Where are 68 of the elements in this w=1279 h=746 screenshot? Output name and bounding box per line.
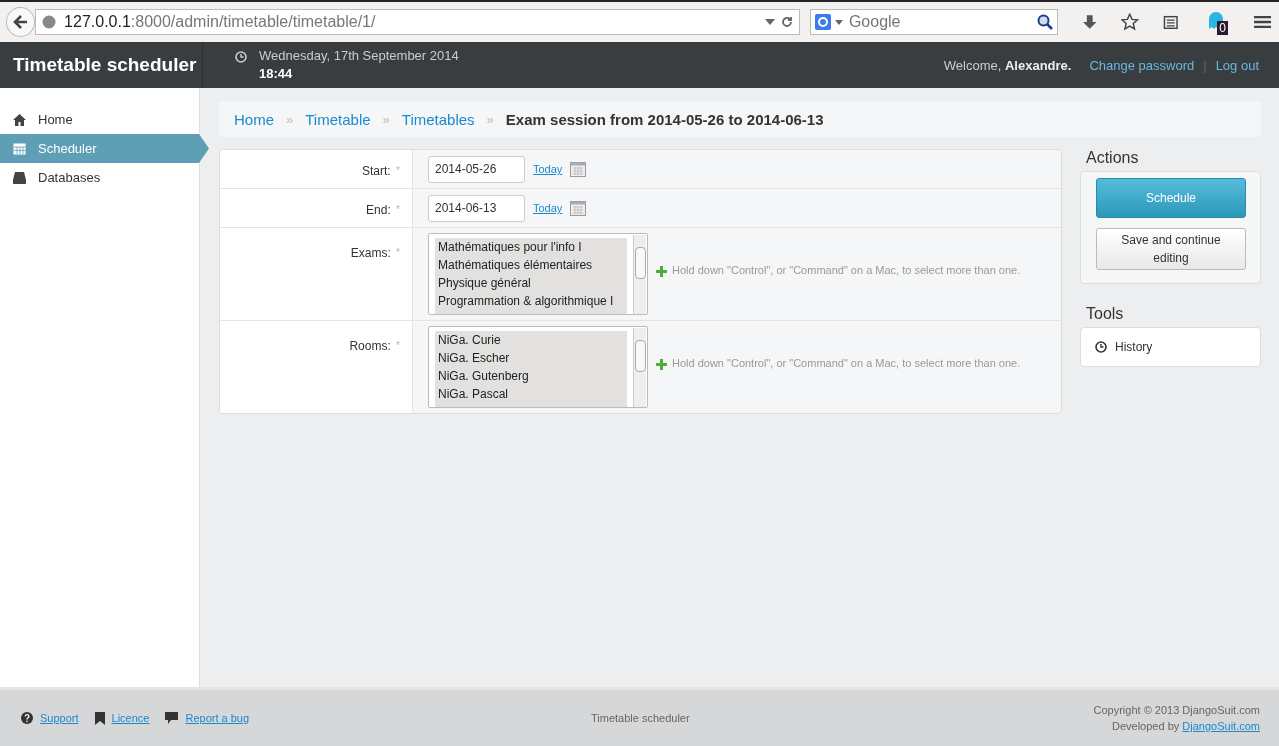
current-date: Wednesday, 17th September 2014: [259, 47, 459, 65]
actions-heading: Actions: [1085, 149, 1140, 167]
bookmark-star-icon[interactable]: [1121, 13, 1139, 31]
today-link[interactable]: Today: [533, 202, 563, 214]
back-arrow-icon: [11, 13, 30, 31]
add-icon[interactable]: [656, 359, 667, 370]
reload-icon[interactable]: [780, 16, 793, 28]
breadcrumb-link[interactable]: Timetable: [305, 110, 371, 128]
count-badge: 0: [1217, 21, 1228, 35]
copyright-text: Copyright © 2013 DjangoSuit.com: [1093, 703, 1260, 718]
breadcrumb-separator: »: [486, 111, 494, 127]
footer-title: Timetable scheduler: [591, 712, 691, 724]
action-button[interactable]: Save and continue editing: [1096, 228, 1246, 270]
current-time: 18:44: [259, 65, 294, 83]
reading-list-icon[interactable]: [1162, 14, 1179, 30]
url-path: :8000/admin/timetable/timetable/1/: [130, 13, 376, 31]
help-text: Hold down "Control", or "Command" on a Mac, to select more than one.: [672, 264, 1021, 276]
tools-heading: Tools: [1085, 305, 1125, 323]
today-link[interactable]: Today: [533, 163, 563, 175]
dropdown-icon[interactable]: [764, 19, 775, 25]
dropdown-icon[interactable]: [834, 19, 843, 25]
required-mark: *: [395, 339, 400, 353]
breadcrumb-separator: »: [382, 111, 390, 127]
date-field[interactable]: 2014-05-26: [428, 155, 525, 183]
multi-select-list[interactable]: Mathématiques pour l'info I Mathématiques élémentaires Physique général Programmation & algorithmique I: [428, 233, 648, 315]
field-label: End:: [366, 203, 391, 219]
calendar-icon: [13, 142, 26, 155]
comment-icon: [165, 712, 179, 724]
calendar-icon[interactable]: [570, 200, 587, 216]
required-mark: *: [395, 164, 400, 178]
sidebar-item[interactable]: Home: [0, 105, 199, 134]
breadcrumb-separator: »: [286, 111, 294, 127]
scrollbar[interactable]: [633, 235, 646, 314]
back-button[interactable]: [6, 7, 36, 37]
download-icon[interactable]: [1081, 14, 1098, 30]
required-mark: *: [395, 246, 400, 260]
home-icon: [13, 113, 26, 126]
link-separator: |: [1203, 57, 1207, 73]
question-icon: [21, 712, 33, 724]
search-box[interactable]: Google: [809, 9, 1058, 35]
breadcrumb-link[interactable]: Timetables: [401, 110, 475, 128]
date-field[interactable]: 2014-06-13: [428, 194, 525, 222]
sidebar-item[interactable]: Databases: [0, 163, 199, 192]
header-link[interactable]: Log out: [1215, 57, 1259, 73]
scrollbar[interactable]: [633, 328, 646, 407]
history-link[interactable]: History: [1115, 340, 1153, 354]
add-icon[interactable]: [656, 266, 667, 277]
address-bar[interactable]: 127.0.0.1:8000/admin/timetable/timetable/1/: [35, 9, 800, 35]
header-link[interactable]: Change password: [1089, 57, 1195, 73]
required-mark: *: [395, 203, 400, 217]
search-icon[interactable]: [1036, 14, 1053, 30]
breadcrumb-current: Exam session from 2014-05-26 to 2014-06-13: [505, 110, 824, 128]
url-host: 127.0.0.1: [64, 13, 131, 31]
drive-icon: [13, 171, 26, 184]
developed-by-text: Developed by: [1112, 720, 1180, 732]
bookmark-icon: [94, 711, 105, 725]
field-label: Start:: [362, 164, 391, 180]
field-label: Rooms:: [349, 339, 391, 355]
menu-icon[interactable]: [1253, 15, 1271, 29]
field-label: Exams:: [350, 246, 391, 262]
calendar-icon[interactable]: [570, 161, 587, 177]
clock-icon: [235, 51, 247, 63]
multi-select-list[interactable]: NiGa. Curie NiGa. Escher NiGa. Gutenberg NiGa. Pascal: [428, 326, 648, 408]
welcome-text: Welcome, Alexandre.: [943, 57, 1072, 73]
help-text: Hold down "Control", or "Command" on a Mac, to select more than one.: [672, 357, 1021, 369]
clock-icon: [1095, 341, 1107, 353]
search-engine-icon: [814, 14, 831, 30]
breadcrumb-link[interactable]: Home: [234, 110, 274, 128]
